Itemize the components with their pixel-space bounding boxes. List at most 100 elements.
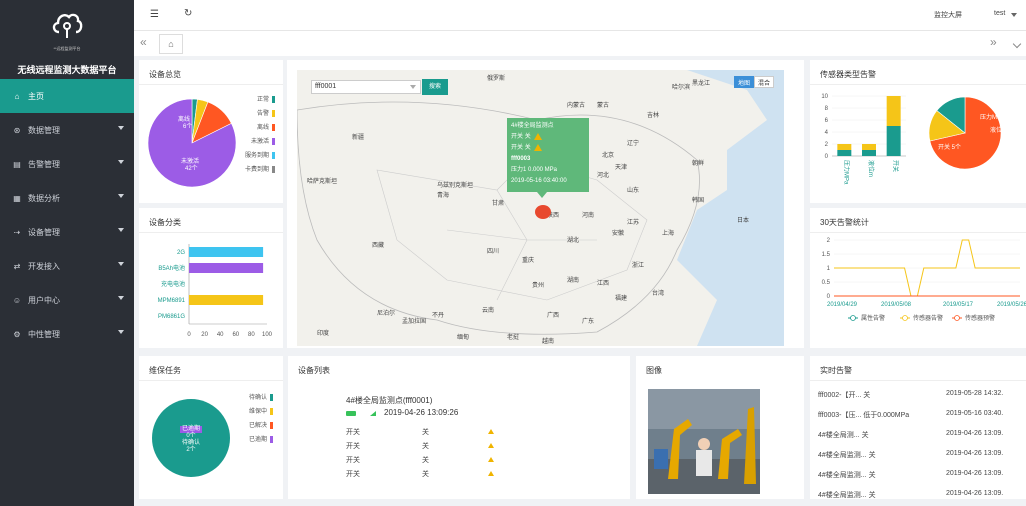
alarm-list-item[interactable]: 4#楼全局监测... 关 2019-04-26 13:09. <box>818 490 1024 500</box>
maintenance-legend-item[interactable]: 已解决 <box>249 420 273 429</box>
overview-legend-item[interactable]: 正常 <box>257 94 275 103</box>
legend-label: 离线 <box>256 125 269 131</box>
tab-prev-icon[interactable]: « <box>140 35 147 49</box>
bell-icon: ▤ <box>13 159 21 169</box>
map-label: 湖北 <box>567 238 580 244</box>
sidebar-item-1[interactable]: ⊛ 数据管理 <box>0 113 134 147</box>
chevron-down-icon <box>118 228 124 232</box>
stacked-bar <box>837 150 852 156</box>
map-label: 日本 <box>737 218 750 224</box>
category-bar-chart: 0 20 40 60 80 100 2G B5Ah电池充电电池 MPM6891 PM6861G <box>158 244 273 338</box>
maintenance-legend-item[interactable]: 已逾期 <box>249 434 273 443</box>
stacked-bar <box>862 150 876 156</box>
x-tick-label: 2019/05/26 <box>997 302 1026 308</box>
warning-icon <box>488 429 494 434</box>
tab-menu-chevron-icon[interactable] <box>1012 39 1022 49</box>
map-label: 安徽 <box>612 231 625 237</box>
monitor-screen-link[interactable]: 监控大屏 <box>934 10 962 20</box>
app-title: 无线远程监测大数据平台 <box>17 65 117 75</box>
device-name[interactable]: 4#楼全局监测点(fff0001) <box>346 395 432 406</box>
settings-icon: ⚙ <box>13 329 21 339</box>
alarm-list-item[interactable]: 4#楼全局监测... 关 2019-04-26 13:09. <box>818 470 1024 480</box>
map-type-map[interactable]: 地图 <box>733 76 754 88</box>
device-time: 2019-04-26 13:09:26 <box>384 408 459 417</box>
overview-legend-item[interactable]: 告警 <box>257 108 275 117</box>
user-dropdown-icon[interactable] <box>1011 13 1017 17</box>
maintenance-pie-labels: 已逾期 0个 待确认 2个 <box>179 426 202 453</box>
map-type-hybrid[interactable]: 混合 <box>753 76 774 88</box>
sidebar-item-3[interactable]: ▦ 数据分析 <box>0 181 134 215</box>
tab-next-icon[interactable]: » <box>990 35 997 49</box>
chevron-down-icon <box>118 296 124 300</box>
map-label: 黑龙江 <box>692 81 711 87</box>
card-title: 设备总览 <box>149 70 181 79</box>
map-label: 江西 <box>597 281 610 287</box>
legend-label: 传感器告警 <box>913 314 943 322</box>
alarm-list-item[interactable]: 4#楼全局监测... 关 2019-04-26 13:09. <box>818 450 1024 460</box>
maintenance-legend-item[interactable]: 维保中 <box>249 406 273 415</box>
map-label: 北京 <box>602 153 615 159</box>
alarm-trend-line-chart: 0 0.5 1 1.5 2 2019/04/29 2019/05/08 2019/05/17 2… <box>822 238 1026 322</box>
map-label: 云南 <box>482 308 495 314</box>
alarm-list-item[interactable]: fff0002-【开... 关 2019-05-28 14:32. <box>818 390 1024 400</box>
stacked-bar <box>862 144 876 150</box>
card-title: 设备分类 <box>149 218 181 227</box>
sidebar-item-0[interactable]: ⌂ 主页 <box>0 79 134 113</box>
sidebar-item-label: 中性管理 <box>28 329 60 339</box>
x-tick-label: 0 <box>187 332 191 338</box>
alarm-time: 2019-05-16 03:40. <box>946 410 1004 417</box>
map-label: 台湾 <box>652 291 665 297</box>
category-label: 压力MPa <box>842 160 850 185</box>
card-title: 传感器类型告警 <box>820 70 876 79</box>
maintenance-legend-item[interactable]: 待确认 <box>249 392 273 401</box>
map-label: 蒙古 <box>597 103 610 109</box>
legend-swatch <box>272 95 275 103</box>
sensor-pie-label: 开关 5个 <box>938 145 962 151</box>
map-search-button[interactable]: 搜索 <box>422 79 448 95</box>
legend-label: 未激活 <box>250 139 269 145</box>
overview-legend-item[interactable]: 服务到期 <box>245 150 275 159</box>
map-label: 老挝 <box>507 335 520 341</box>
sidebar-item-5[interactable]: ⇄ 开发接入 <box>0 249 134 283</box>
sidebar-item-7[interactable]: ⚙ 中性管理 <box>0 317 134 351</box>
alarm-time: 2019-04-26 13:09. <box>946 430 1004 437</box>
legend-marker <box>954 315 960 321</box>
legend-label: 服务到期 <box>244 153 269 159</box>
alarm-list-item[interactable]: 4#楼全局测... 关 2019-04-26 13:09. <box>818 430 1024 440</box>
device-overview-card: 设备总览 离线 6个 未激活 42个 正常 告警 离线 未激活 服务到期 卡费到期 <box>139 60 283 203</box>
chevron-down-icon <box>118 262 124 266</box>
legend-swatch <box>272 109 275 117</box>
refresh-icon[interactable]: ↻ <box>184 8 192 19</box>
overview-legend-item[interactable]: 卡费到期 <box>245 164 275 173</box>
china-map[interactable]: 俄罗斯哈萨克斯坦乌兹别克斯坦蒙古新疆甘肃内蒙古吉林辽宁北京天津河北山西山东宁夏陕… <box>297 70 784 346</box>
sidebar-item-4[interactable]: ⇢ 设备管理 <box>0 215 134 249</box>
legend-label: 正常 <box>256 97 269 103</box>
device-row-value: 关 <box>422 471 429 478</box>
overview-legend-item[interactable]: 未激活 <box>251 136 275 145</box>
user-icon: ☺ <box>12 295 22 305</box>
alarm-text: 4#楼全局测... 关 <box>818 432 869 439</box>
category-label: B5Ah电池 <box>158 264 185 272</box>
map-label: 不丹 <box>432 313 445 319</box>
sidebar-item-2[interactable]: ▤ 告警管理 <box>0 147 134 181</box>
device-select[interactable]: fff0001 <box>311 80 421 94</box>
stacked-bar <box>837 144 852 150</box>
device-location-marker[interactable] <box>535 205 551 219</box>
category-label: MPM6891 <box>158 298 186 304</box>
alarm-list-item[interactable]: fff0003-【压... 低于0.000MPa 2019-05-16 03:40… <box>818 410 1024 420</box>
y-tick-label: 6 <box>825 118 829 124</box>
sidebar-item-6[interactable]: ☺ 用户中心 <box>0 283 134 317</box>
map-type-toggle: 地图 混合 <box>733 76 774 88</box>
menu-toggle-icon[interactable]: ☰ <box>150 9 159 20</box>
x-tick-label: 2019/05/17 <box>943 302 974 308</box>
x-tick-label: 60 <box>232 332 239 338</box>
tab-home[interactable]: ⌂ <box>159 34 183 54</box>
legend-swatch <box>272 123 275 131</box>
legend-marker <box>902 315 908 321</box>
map-label: 甘肃 <box>492 201 505 207</box>
map-label: 山东 <box>627 188 640 194</box>
sidebar-item-label: 主页 <box>28 91 44 101</box>
user-menu[interactable]: test <box>994 10 1005 17</box>
overview-legend-item[interactable]: 离线 <box>257 122 275 131</box>
warning-icon <box>488 457 494 462</box>
